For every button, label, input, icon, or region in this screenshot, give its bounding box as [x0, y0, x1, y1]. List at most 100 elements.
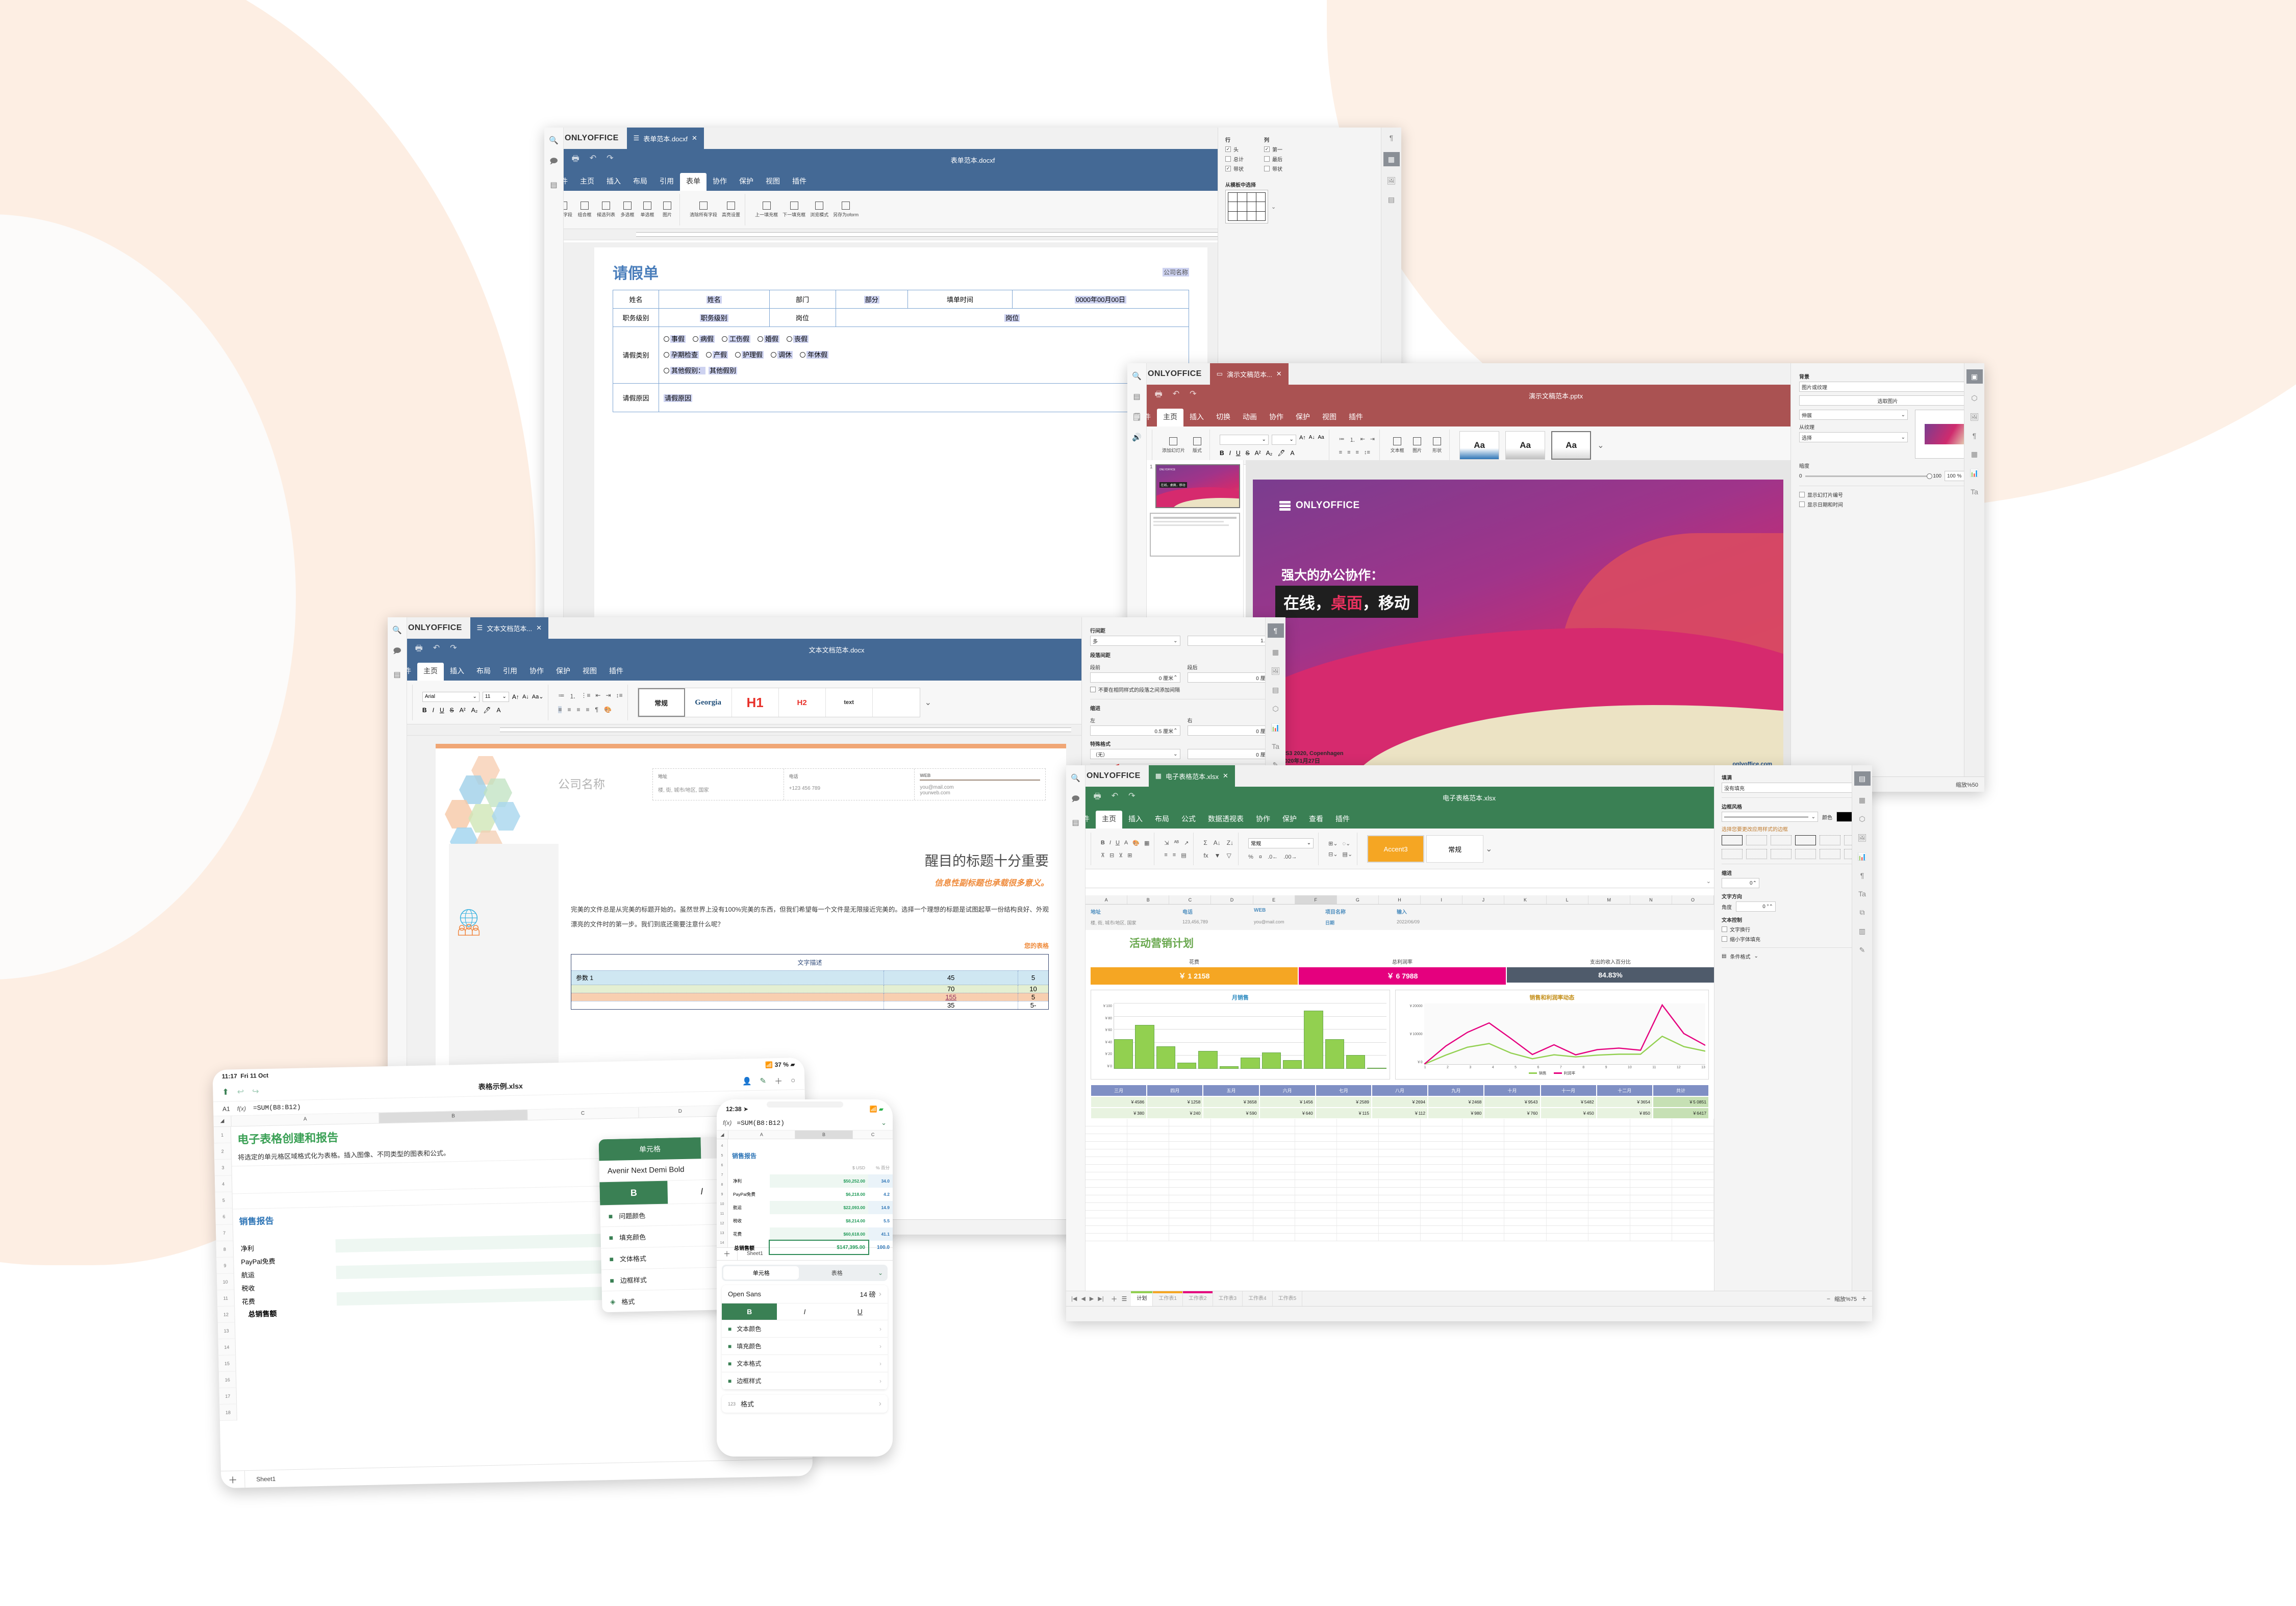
decrease-indent-icon[interactable]: ⇤ [595, 692, 600, 700]
grid-cell[interactable] [1630, 1211, 1672, 1218]
grid-cell[interactable] [1127, 1180, 1170, 1187]
grid-cell[interactable] [1588, 1119, 1630, 1126]
col-b[interactable]: B [794, 1131, 853, 1139]
sheet-font-group[interactable]: B I U A 🎨 ▦ ⊼ ⊟ ⊻ ⊞ [1096, 833, 1155, 865]
grid-row[interactable] [1086, 1134, 1714, 1142]
grid-cell[interactable] [1295, 1119, 1337, 1126]
indent-right-input[interactable]: 0 厘米 ⌃ [1187, 725, 1277, 736]
increase-indent-icon[interactable]: ⇥ [606, 692, 611, 700]
grid-cell[interactable] [1127, 1119, 1170, 1126]
phone-format-footer[interactable]: 123 格式 › [722, 1395, 888, 1413]
chevron-down-icon[interactable]: ⌄ [875, 1269, 886, 1276]
grid-cell[interactable] [1588, 1134, 1630, 1141]
conditional-format-row[interactable]: ▤ 条件格式 ⌄ [1722, 952, 1865, 960]
col-a[interactable]: A [728, 1131, 795, 1139]
grid-cell[interactable] [1253, 1172, 1295, 1180]
grid-cell[interactable] [1379, 1134, 1421, 1141]
sheet-list-icon[interactable]: ▤ [1072, 818, 1079, 827]
grid-cell[interactable] [1127, 1234, 1170, 1241]
grid-cell[interactable] [1169, 1134, 1212, 1141]
grid-cell[interactable] [1337, 1172, 1379, 1180]
grid-cell[interactable] [1421, 1149, 1463, 1157]
all-borders-icon[interactable] [1722, 835, 1743, 845]
ribbon-button-clear-fields-icon[interactable]: 清除所有字段 [690, 202, 717, 218]
grid-cell[interactable] [1337, 1195, 1379, 1202]
doc-style-Georgia[interactable]: Georgia [685, 688, 732, 717]
menu-item-保护[interactable]: 保护 [733, 173, 760, 191]
undo-icon[interactable]: ↶ [433, 643, 440, 657]
month-cell[interactable]: ￥1456 [1259, 1096, 1316, 1108]
table-settings-icon[interactable]: ▦ [1971, 450, 1978, 459]
grid-cell[interactable] [1547, 1134, 1588, 1141]
grid-cell[interactable] [1588, 1211, 1630, 1218]
grid-cell[interactable] [1211, 1195, 1253, 1202]
grid-cell[interactable] [1630, 1142, 1672, 1149]
chevron-down-icon[interactable]: ⌄ [1485, 844, 1492, 854]
grid-row[interactable] [1086, 1165, 1714, 1172]
row-number-15[interactable]: 15 [218, 1355, 236, 1372]
grid-cell[interactable] [1421, 1226, 1463, 1233]
grid-cell[interactable] [1672, 1211, 1714, 1218]
close-icon[interactable]: ✕ [692, 134, 697, 142]
phone-formula[interactable]: =SUM(B8:B12) [737, 1119, 876, 1127]
cell-styles-group[interactable]: Accent3 常规 ⌄ [1363, 833, 1497, 865]
grid-cell[interactable] [1504, 1188, 1547, 1195]
indent-left-input[interactable]: 0.5 厘米 ⌃ [1090, 725, 1180, 736]
grid-cell[interactable] [1337, 1211, 1379, 1218]
grid-cell[interactable] [1504, 1195, 1547, 1202]
grid-cell[interactable] [1672, 1226, 1714, 1233]
sheet-tab-计划[interactable]: 计划 [1131, 1291, 1153, 1307]
sheet-right-rail[interactable]: ▤ ▦ ⬡ 🖼 📊 ¶ Ta ⧉ ▥ ✎ [1852, 765, 1872, 1291]
image-settings-icon[interactable]: 🖼 [1387, 177, 1396, 185]
sheet-tab-工作表5[interactable]: 工作表5 [1273, 1291, 1303, 1307]
cell-value-post[interactable]: 岗位 [1004, 314, 1020, 322]
grid-cell[interactable] [1547, 1172, 1588, 1180]
line-spacing-icon[interactable]: ↕≡ [616, 692, 623, 700]
pres-theme-group[interactable]: Aa Aa Aa ⌄ [1455, 430, 1608, 461]
chart-settings-icon[interactable]: 📊 [1858, 852, 1866, 861]
slicer-settings-icon[interactable]: ▥ [1859, 927, 1865, 936]
column-header-K[interactable]: K [1504, 895, 1547, 904]
phone-panel-item-text-color-icon[interactable]: ■ 文本颜色 › [722, 1320, 888, 1338]
comments-icon[interactable]: 🗩 [393, 646, 401, 659]
grid-cell[interactable] [1169, 1188, 1212, 1195]
numbered-list-icon[interactable]: ⒈ [1350, 436, 1355, 444]
slide-thumbnail-1[interactable]: ONLYOFFICE 在线，桌面，移动 [1155, 464, 1240, 508]
stepper-icon[interactable]: ⌃ [1769, 904, 1773, 910]
radio-button-icon[interactable] [800, 352, 806, 358]
grid-cell[interactable] [1086, 1195, 1128, 1202]
grid-cell[interactable] [1672, 1119, 1714, 1126]
grid-cell[interactable] [1504, 1157, 1547, 1164]
bold-button[interactable]: B [422, 707, 427, 714]
month-cell[interactable]: ￥450 [1540, 1108, 1597, 1119]
bold-button[interactable]: B [1101, 840, 1105, 846]
month-cell[interactable]: ￥5482 [1540, 1096, 1597, 1108]
forms-page-area[interactable]: 请假单 公司名称 姓名 姓名 部门 部分 填单时间 0000年00月00日 职务… [564, 242, 1218, 635]
stepper-icon[interactable]: ⌃ [1753, 881, 1757, 886]
row-number-11[interactable]: 11 [717, 1209, 727, 1219]
border-buttons[interactable] [1722, 835, 1865, 859]
row-number-16[interactable]: 16 [218, 1371, 236, 1389]
table-row[interactable]: 花费 $60,618.00 41.1 [728, 1227, 893, 1241]
space-after-input[interactable]: 0 厘米 ⌃ [1187, 672, 1277, 683]
month-cell[interactable]: ￥590 [1203, 1108, 1259, 1119]
cell-settings-icon[interactable]: ▤ [1854, 771, 1871, 786]
grid-cell[interactable] [1253, 1234, 1295, 1241]
month-cell[interactable]: ￥112 [1371, 1108, 1428, 1119]
menu-item-视图[interactable]: 视图 [576, 663, 603, 681]
pres-slides-group[interactable]: 添加幻灯片 版式 [1157, 430, 1210, 461]
grid-cell[interactable] [1253, 1226, 1295, 1233]
grid-cell[interactable] [1547, 1195, 1588, 1202]
grid-cell[interactable] [1337, 1126, 1379, 1134]
theme-thumb-2[interactable]: Aa [1505, 431, 1546, 460]
pres-document-tab[interactable]: ▭ 演示文稿范本... ✕ [1209, 363, 1289, 385]
menu-item-主页[interactable]: 主页 [1096, 811, 1122, 829]
col-option-带状[interactable]: 带状 [1264, 165, 1282, 172]
grid-cell[interactable] [1630, 1188, 1672, 1195]
redo-icon[interactable]: ↪ [252, 1086, 259, 1096]
grid-cell[interactable] [1127, 1203, 1170, 1210]
grid-cell[interactable] [1421, 1211, 1463, 1218]
chevron-down-icon[interactable]: ⌄ [1706, 878, 1714, 885]
align-left-icon[interactable]: ≡ [558, 706, 562, 713]
phone-bold-button[interactable]: B [722, 1303, 777, 1320]
